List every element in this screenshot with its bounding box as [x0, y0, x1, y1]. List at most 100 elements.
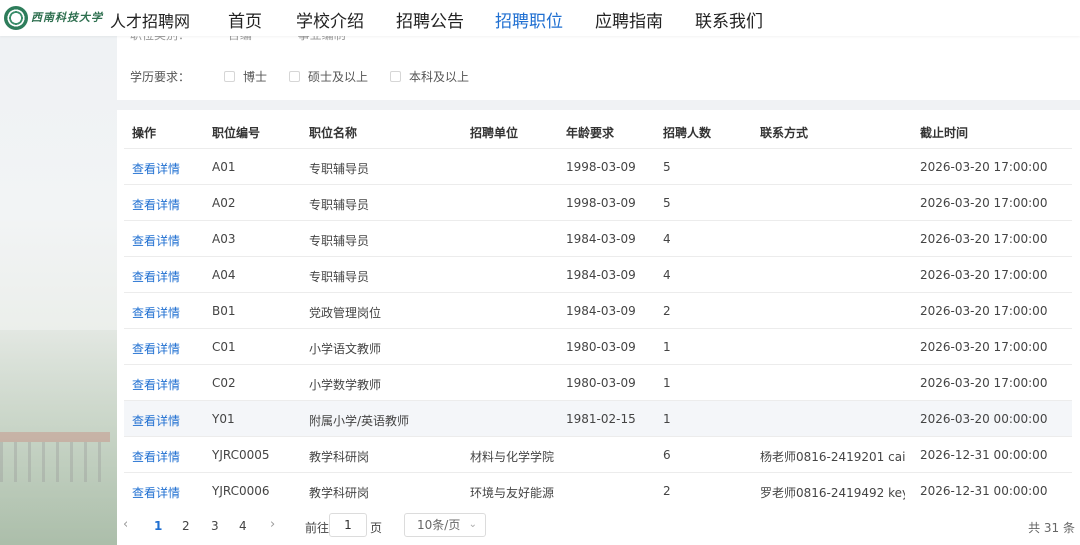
cell-deadline: 2026-03-20 17:00:00 [920, 268, 1048, 282]
cell-position-name: 专职辅导员 [309, 198, 370, 212]
cell-headcount: 2 [663, 484, 671, 498]
column-header-deadline: 截止时间 [920, 126, 969, 140]
table-header: 操作 职位编号 职位名称 招聘单位 年龄要求 招聘人数 联系方式 截止时间 [117, 110, 1072, 150]
checkbox-doctor[interactable]: 博士 [224, 68, 267, 85]
cell-headcount: 6 [663, 448, 671, 462]
cell-age-requirement: 1981-02-15 [566, 412, 636, 426]
cell-position-name: 教学科研岗 [309, 486, 370, 500]
view-details-link[interactable]: 查看详情 [132, 448, 180, 465]
cell-deadline: 2026-03-20 17:00:00 [920, 196, 1048, 210]
cell-recruiting-unit: 材料与化学学院 [470, 450, 555, 464]
view-details-link[interactable]: 查看详情 [132, 160, 180, 177]
cell-headcount: 5 [663, 196, 671, 210]
cell-deadline: 2026-03-20 17:00:00 [920, 340, 1048, 354]
cell-headcount: 1 [663, 412, 671, 426]
view-details-link[interactable]: 查看详情 [132, 340, 180, 357]
cell-contact: 杨老师0816-2419201 caihu [760, 450, 905, 464]
cell-position-name: 专职辅导员 [309, 270, 370, 284]
nav-home[interactable]: 首页 [228, 7, 262, 32]
page-2[interactable]: 2 [182, 519, 190, 533]
filter-panel: 职位类别： 否编 事业编制 学历要求： 博士 硕士及以上 本科及以上 [117, 30, 1080, 100]
nav-recruit-notice[interactable]: 招聘公告 [396, 7, 464, 32]
checkbox-box[interactable] [224, 71, 235, 82]
positions-table: 操作 职位编号 职位名称 招聘单位 年龄要求 招聘人数 联系方式 截止时间 查看… [117, 110, 1080, 545]
cell-position-name: 专职辅导员 [309, 234, 370, 248]
cell-deadline: 2026-03-20 17:00:00 [920, 304, 1048, 318]
page-1[interactable]: 1 [154, 519, 162, 533]
cell-position-name: 党政管理岗位 [309, 306, 382, 320]
nav-school-intro[interactable]: 学校介绍 [296, 7, 364, 32]
table-row: 查看详情 Y01 附属小学/英语教师 1981-02-15 1 2026-03-20 00… [124, 400, 1072, 436]
next-page-icon[interactable]: › [270, 517, 275, 532]
cell-position-code: C02 [212, 376, 236, 390]
goto-prefix: 前往 [305, 521, 330, 535]
cell-deadline: 2026-03-20 17:00:00 [920, 376, 1048, 390]
cell-headcount: 5 [663, 160, 671, 174]
view-details-link[interactable]: 查看详情 [132, 304, 180, 321]
table-row: 查看详情 A03 专职辅导员 1984-03-09 4 2026-03-20 17:00:… [124, 220, 1072, 256]
cell-recruiting-unit: 环境与友好能源 [470, 486, 555, 500]
cell-deadline: 2026-03-20 17:00:00 [920, 160, 1048, 174]
cell-position-name: 专职辅导员 [309, 162, 370, 176]
total-count: 共 31 条 [1028, 521, 1075, 535]
table-row: 查看详情 C02 小学数学教师 1980-03-09 1 2026-03-20 17:00… [124, 364, 1072, 400]
view-details-link[interactable]: 查看详情 [132, 484, 180, 501]
column-header-age: 年龄要求 [566, 126, 615, 140]
view-details-link[interactable]: 查看详情 [132, 268, 180, 285]
view-details-link[interactable]: 查看详情 [132, 412, 180, 429]
filter-label-education: 学历要求： [130, 70, 191, 84]
view-details-link[interactable]: 查看详情 [132, 376, 180, 393]
background-bridge-rail [0, 442, 110, 482]
table-row: 查看详情 A01 专职辅导员 1998-03-09 5 2026-03-20 17:00:… [124, 148, 1072, 184]
cell-headcount: 2 [663, 304, 671, 318]
nav-contact-us[interactable]: 联系我们 [695, 7, 763, 32]
cell-position-name: 小学语文教师 [309, 342, 382, 356]
cell-age-requirement: 1980-03-09 [566, 340, 636, 354]
nav-apply-guide[interactable]: 应聘指南 [595, 7, 663, 32]
page-size-value: 10条/页 [417, 518, 461, 532]
cell-deadline: 2026-03-20 00:00:00 [920, 412, 1048, 426]
cell-headcount: 1 [663, 340, 671, 354]
university-seal-icon[interactable] [4, 6, 28, 30]
background-bridge [0, 432, 110, 442]
column-header-name: 职位名称 [309, 126, 358, 140]
cell-deadline: 2026-03-20 17:00:00 [920, 232, 1048, 246]
table-row: 查看详情 C01 小学语文教师 1980-03-09 1 2026-03-20 17:00… [124, 328, 1072, 364]
nav-positions[interactable]: 招聘职位 [495, 7, 563, 32]
goto-suffix: 页 [370, 521, 383, 535]
table-row: 查看详情 B01 党政管理岗位 1984-03-09 2 2026-03-20 17:00… [124, 292, 1072, 328]
cell-position-name: 附属小学/英语教师 [309, 414, 410, 428]
cell-position-name: 小学数学教师 [309, 378, 382, 392]
cell-position-code: YJRC0005 [212, 448, 270, 462]
pagination: ‹ 1 2 3 4 › 前往 1 页 10条/页 ⌄ 共 31 条 [117, 508, 1080, 544]
cell-position-code: A02 [212, 196, 236, 210]
view-details-link[interactable]: 查看详情 [132, 196, 180, 213]
column-header-count: 招聘人数 [663, 126, 712, 140]
cell-headcount: 4 [663, 232, 671, 246]
prev-page-icon[interactable]: ‹ [123, 517, 128, 532]
page-4[interactable]: 4 [239, 519, 247, 533]
checkbox-box[interactable] [390, 71, 402, 82]
column-header-unit: 招聘单位 [470, 126, 519, 140]
view-details-link[interactable]: 查看详情 [132, 232, 180, 249]
cell-position-code: A01 [212, 160, 236, 174]
checkbox-bachelor-plus[interactable]: 本科及以上 [390, 68, 469, 85]
cell-position-code: YJRC0006 [212, 484, 270, 498]
cell-deadline: 2026-12-31 00:00:00 [920, 448, 1048, 462]
cell-age-requirement: 1998-03-09 [566, 196, 636, 210]
cell-age-requirement: 1984-03-09 [566, 268, 636, 282]
checkbox-box[interactable] [289, 71, 301, 82]
column-header-contact: 联系方式 [760, 126, 809, 140]
site-title[interactable]: 人才招聘网 [110, 8, 190, 32]
column-header-code: 职位编号 [212, 126, 261, 140]
goto-page-input[interactable]: 1 [329, 513, 367, 537]
university-logo-text[interactable]: 西南科技大学 [31, 9, 103, 25]
page-size-select[interactable]: 10条/页 ⌄ [404, 513, 486, 537]
cell-age-requirement: 1998-03-09 [566, 160, 636, 174]
table-row: 查看详情 A02 专职辅导员 1998-03-09 5 2026-03-20 17:00:… [124, 184, 1072, 220]
table-row: 查看详情 A04 专职辅导员 1984-03-09 4 2026-03-20 17:00:… [124, 256, 1072, 292]
checkbox-master-plus[interactable]: 硕士及以上 [289, 68, 368, 85]
page-3[interactable]: 3 [211, 519, 219, 533]
cell-age-requirement: 1984-03-09 [566, 304, 636, 318]
cell-headcount: 4 [663, 268, 671, 282]
